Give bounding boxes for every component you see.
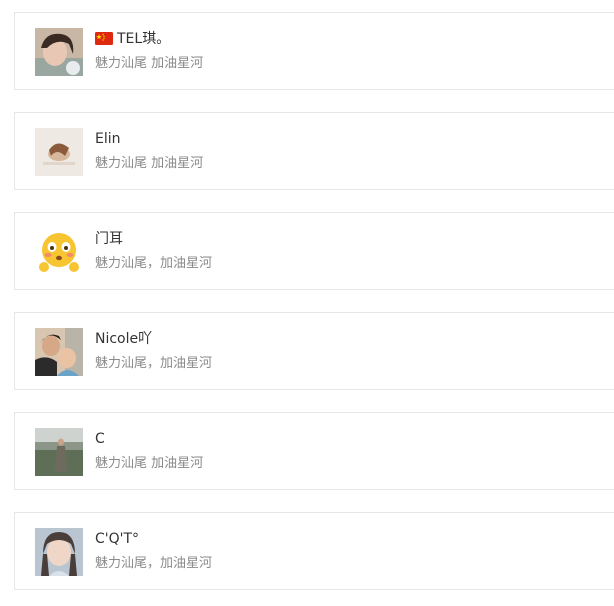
avatar[interactable] (35, 128, 83, 176)
contact-card[interactable]: C 魅力汕尾 加油星河 (14, 412, 614, 490)
contact-name: Nicole吖 (95, 331, 153, 347)
contact-subtitle: 魅力汕尾 加油星河 (95, 456, 204, 471)
china-flag-icon (95, 32, 113, 50)
contact-subtitle: 魅力汕尾 加油星河 (95, 56, 204, 71)
contact-card[interactable]: C'Q'T° 魅力汕尾，加油星河 (14, 512, 614, 590)
contact-name: TEL琪。 (95, 30, 170, 50)
contact-card[interactable]: TEL琪。 魅力汕尾 加油星河 (14, 12, 614, 90)
contact-card[interactable]: 门耳 魅力汕尾，加油星河 (14, 212, 614, 290)
avatar[interactable] (35, 428, 83, 476)
contact-name: C (95, 431, 105, 447)
contact-name: 门耳 (95, 231, 123, 247)
avatar[interactable] (35, 228, 83, 276)
contact-subtitle: 魅力汕尾 加油星河 (95, 156, 204, 171)
avatar[interactable] (35, 28, 83, 76)
avatar[interactable] (35, 528, 83, 576)
contact-name-text: TEL琪。 (117, 31, 171, 47)
contact-subtitle: 魅力汕尾，加油星河 (95, 356, 213, 371)
contact-card[interactable]: Nicole吖 魅力汕尾，加油星河 (14, 312, 614, 390)
contact-name: Elin (95, 131, 121, 147)
contact-subtitle: 魅力汕尾，加油星河 (95, 256, 213, 271)
contact-name: C'Q'T° (95, 531, 140, 547)
avatar[interactable] (35, 328, 83, 376)
contact-subtitle: 魅力汕尾，加油星河 (95, 556, 213, 571)
contact-card[interactable]: Elin 魅力汕尾 加油星河 (14, 112, 614, 190)
